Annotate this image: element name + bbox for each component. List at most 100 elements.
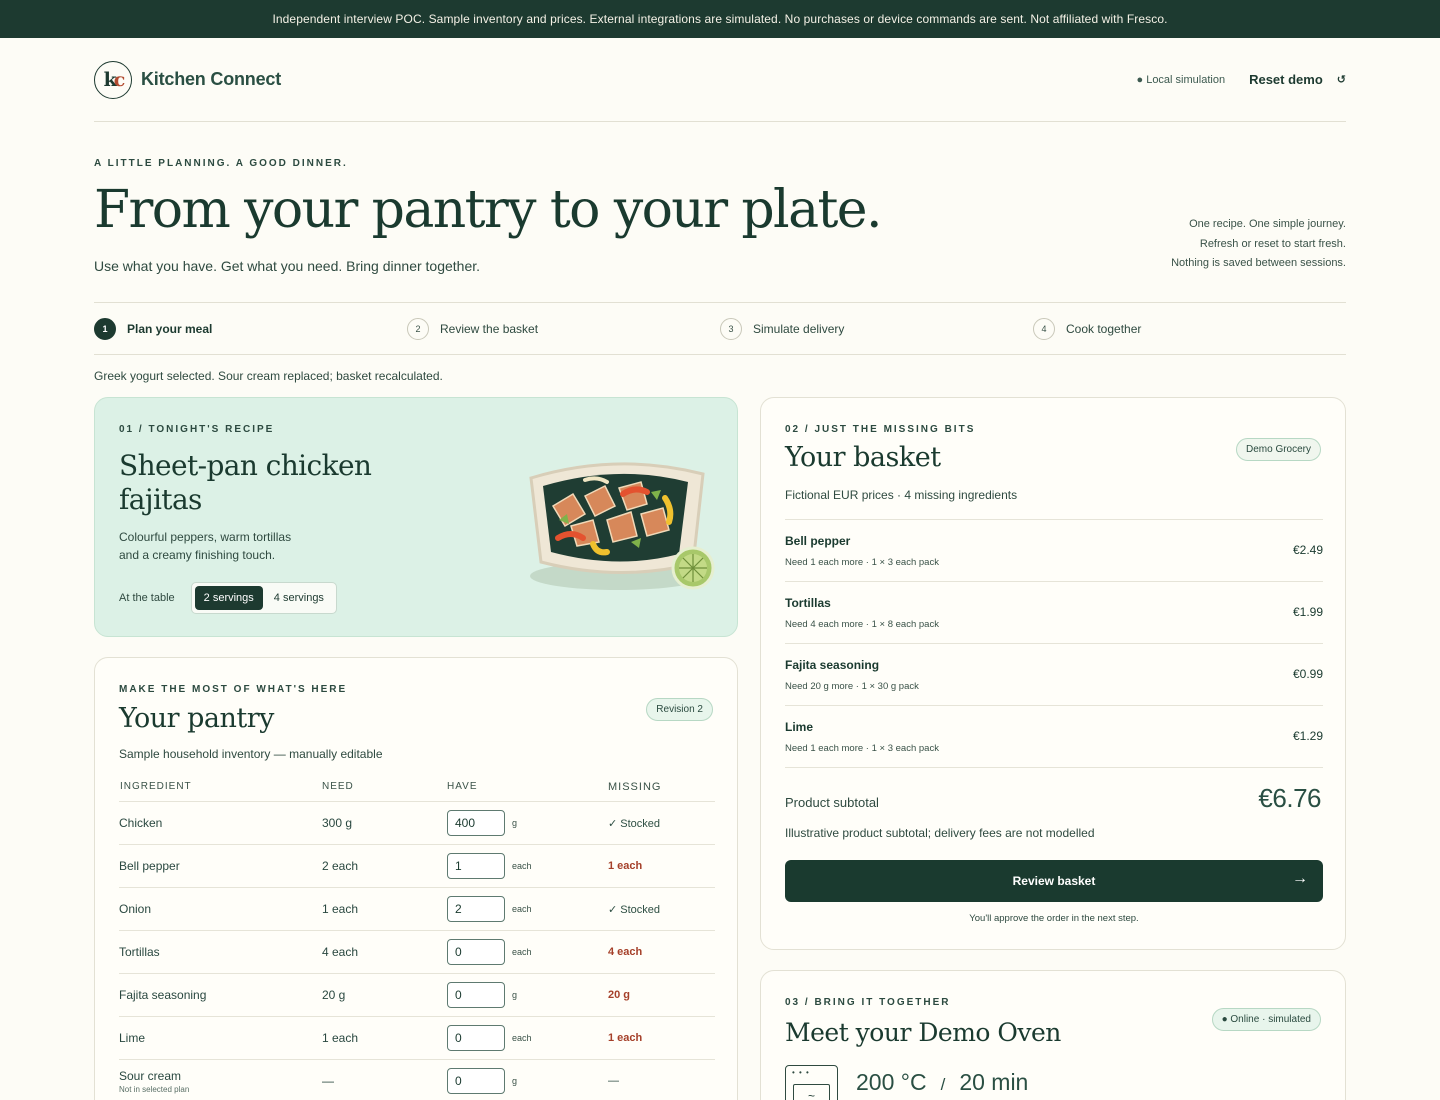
recipe-eyebrow: 01 / TONIGHT'S RECIPE: [119, 424, 275, 435]
servings-option-4[interactable]: 4 servings: [265, 586, 333, 610]
oven-separator: /: [940, 1075, 946, 1094]
session-note: Refresh or reset to start fresh.: [1199, 237, 1346, 250]
item-detail: Need 20 g more · 1 × 30 g pack: [785, 681, 919, 692]
step-simulate-delivery[interactable]: 3 Simulate delivery: [720, 317, 1033, 340]
pantry-eyebrow: MAKE THE MOST OF WHAT'S HERE: [119, 684, 348, 695]
oven-card: 03 / BRING IT TOGETHER Meet your Demo Ov…: [760, 970, 1346, 1100]
list-item: Bell pepper Need 1 each more · 1 × 3 eac…: [785, 520, 1323, 582]
oven-window: ~: [793, 1084, 830, 1100]
missing-status: ✓ Stocked: [608, 903, 661, 916]
need-amount: 1 each: [322, 902, 359, 916]
brand-name[interactable]: Kitchen Connect: [141, 69, 281, 90]
have-input[interactable]: [447, 982, 505, 1008]
step-label: Simulate delivery: [753, 321, 845, 336]
missing-status: 1 each: [608, 860, 643, 872]
review-basket-label: Review basket: [1012, 874, 1096, 888]
pantry-table: INGREDIENT NEED HAVE MISSING Chicken 300…: [119, 772, 715, 1100]
item-name: Bell pepper: [785, 534, 851, 548]
step-label: Cook together: [1066, 321, 1142, 336]
need-amount: 300 g: [322, 816, 353, 830]
progress-steps: 1 Plan your meal 2 Review the basket 3 S…: [94, 302, 1346, 355]
list-item: Fajita seasoning Need 20 g more · 1 × 30…: [785, 644, 1323, 706]
arrow-right-icon: →: [1292, 870, 1308, 887]
missing-status: —: [608, 1075, 619, 1087]
table-header: INGREDIENT NEED HAVE MISSING: [119, 772, 715, 802]
need-amount: 20 g: [322, 988, 346, 1002]
oven-settings: 200 °C / 20 min: [856, 1069, 1028, 1096]
ingredient-name: Chicken: [119, 816, 163, 830]
have-input[interactable]: [447, 810, 505, 836]
column-header: NEED: [322, 781, 354, 792]
subtotal-value: €6.76: [1258, 783, 1321, 813]
unit-label: each: [512, 947, 532, 957]
servings-control: At the table 2 servings 4 servings: [119, 582, 337, 614]
table-row: Fajita seasoning 20 g g 20 g: [119, 974, 715, 1017]
recipe-description: Colourful peppers, warm tortillas and a …: [119, 530, 292, 562]
store-badge: Demo Grocery: [1235, 438, 1321, 461]
ingredient-note: Not in selected plan: [119, 1084, 190, 1094]
step-number: 2: [407, 317, 429, 340]
session-notes: One recipe. One simple journey. Refresh …: [1171, 215, 1346, 274]
item-name: Fajita seasoning: [785, 658, 880, 672]
oven-temperature: 200 °C: [856, 1069, 927, 1095]
basket-list: Bell pepper Need 1 each more · 1 × 3 eac…: [785, 519, 1323, 768]
have-input[interactable]: [447, 1025, 505, 1051]
unit-label: each: [512, 1033, 532, 1043]
revision-badge: Revision 2: [646, 698, 713, 721]
missing-status: 20 g: [608, 989, 631, 1001]
item-name: Tortillas: [785, 596, 831, 610]
pantry-title: Your pantry: [119, 703, 274, 734]
oven-knobs: • • •: [792, 1068, 810, 1077]
basket-eyebrow: 02 / JUST THE MISSING BITS: [785, 424, 976, 435]
unit-label: g: [512, 990, 518, 1000]
table-row: Bell pepper 2 each each 1 each: [119, 845, 715, 888]
hero-subtitle: Use what you have. Get what you need. Br…: [94, 258, 481, 274]
table-row: Onion 1 each each ✓ Stocked: [119, 888, 715, 931]
session-note: One recipe. One simple journey.: [1189, 218, 1346, 230]
have-input[interactable]: [447, 1068, 505, 1094]
recipe-title: Sheet-pan chicken fajitas: [119, 449, 372, 516]
subtotal-note: Illustrative product subtotal; delivery …: [785, 826, 1095, 840]
refresh-icon: ↺: [1336, 74, 1346, 86]
session-note: Nothing is saved between sessions.: [1171, 257, 1346, 269]
basket-title: Your basket: [785, 442, 941, 473]
step-plan-meal[interactable]: 1 Plan your meal: [94, 317, 407, 340]
step-review-basket[interactable]: 2 Review the basket: [407, 317, 720, 340]
ingredient-name: Lime: [119, 1031, 146, 1045]
step-cook-together[interactable]: 4 Cook together: [1033, 317, 1346, 340]
reset-demo-label: Reset demo: [1249, 72, 1323, 87]
item-detail: Need 1 each more · 1 × 3 each pack: [785, 557, 939, 568]
have-input[interactable]: [447, 939, 505, 965]
pantry-card: MAKE THE MOST OF WHAT'S HERE Your pantry…: [94, 657, 738, 1100]
have-input[interactable]: [447, 896, 505, 922]
item-detail: Need 1 each more · 1 × 3 each pack: [785, 743, 939, 754]
list-item: Tortillas Need 4 each more · 1 × 8 each …: [785, 582, 1323, 644]
site-header: kc Kitchen Connect ● Local simulation Re…: [94, 38, 1346, 122]
disclaimer-banner: Independent interview POC. Sample invent…: [0, 0, 1440, 38]
servings-toggle: 2 servings 4 servings: [190, 582, 337, 614]
have-input[interactable]: [447, 853, 505, 879]
basket-card: 02 / JUST THE MISSING BITS Your basket F…: [760, 397, 1346, 950]
column-header: HAVE: [447, 781, 478, 792]
need-amount: 4 each: [322, 945, 359, 959]
ingredient-name: Tortillas: [119, 945, 160, 959]
kitchen-connect-logo-icon[interactable]: kc: [94, 60, 132, 99]
step-number: 1: [94, 317, 116, 340]
table-row: Chicken 300 g g ✓ Stocked: [119, 802, 715, 845]
servings-option-2[interactable]: 2 servings: [194, 586, 263, 610]
step-number: 3: [720, 317, 742, 340]
hero-eyebrow: A LITTLE PLANNING. A GOOD DINNER.: [94, 158, 348, 169]
item-price: €0.99: [1292, 667, 1323, 681]
review-basket-button[interactable]: Review basket →: [785, 860, 1323, 902]
subtotal-label: Product subtotal: [785, 795, 879, 810]
recipe-card: 01 / TONIGHT'S RECIPE Sheet-pan chicken …: [94, 397, 738, 637]
need-amount: 2 each: [322, 859, 359, 873]
step-label: Review the basket: [440, 321, 539, 336]
local-simulation-indicator: ● Local simulation: [1136, 73, 1226, 86]
step-label: Plan your meal: [127, 321, 213, 336]
oven-eyebrow: 03 / BRING IT TOGETHER: [785, 997, 951, 1008]
missing-status: ✓ Stocked: [608, 817, 661, 830]
reset-demo-button[interactable]: Reset demo ↺: [1249, 72, 1346, 87]
ingredient-name: Sour cream: [119, 1068, 182, 1083]
item-price: €1.99: [1292, 605, 1323, 619]
